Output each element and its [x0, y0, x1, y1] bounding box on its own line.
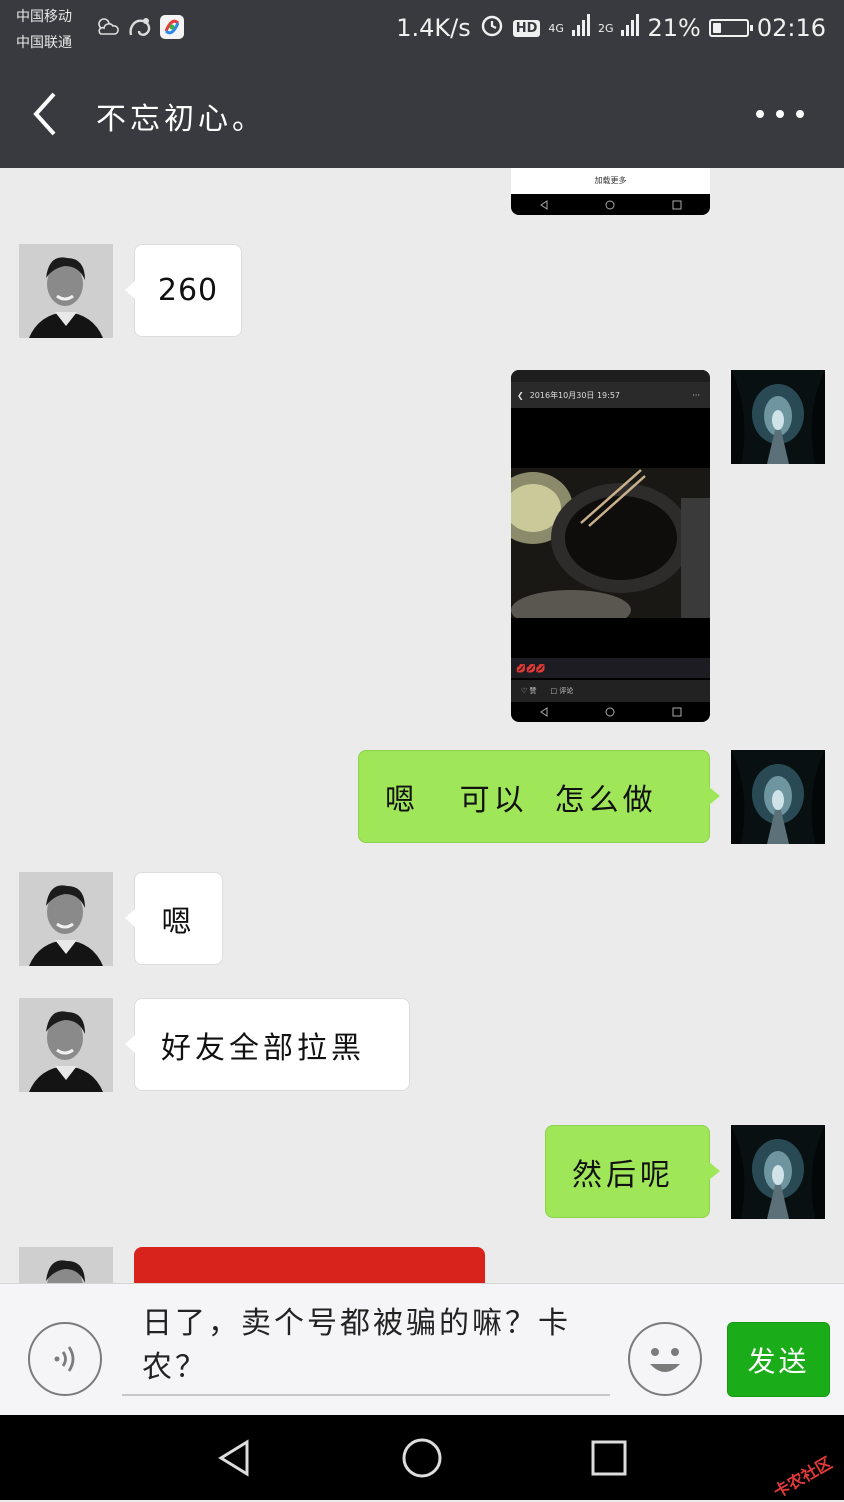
send-button[interactable]: 发送 [727, 1322, 830, 1397]
screenshot-statusbar [511, 370, 710, 382]
forest-path-photo [731, 370, 825, 464]
uc-browser-icon [127, 14, 153, 40]
chat-title: 不忘初心。 [96, 102, 266, 137]
net-4g-label: 4G [548, 21, 564, 35]
back-button[interactable] [24, 90, 68, 138]
chevron-left-icon [33, 92, 56, 136]
person-photo [19, 998, 113, 1092]
status-right-group: 1.4K/s HD 4G 2G 21% 02:16 [396, 12, 826, 44]
smiley-icon [650, 1348, 680, 1372]
triangle-back-icon [540, 199, 548, 210]
square-recent-icon [591, 1440, 627, 1476]
friend-avatar[interactable] [19, 1247, 113, 1283]
screenshot-load-more-area: 加载更多 [511, 168, 710, 194]
status-bar: 中国移动 中国联通 1.4K/s HD 4G 2G 21% 02:16 [0, 0, 844, 60]
message-bubble-sent[interactable]: 然后呢 [545, 1125, 720, 1218]
triangle-back-icon [218, 1439, 249, 1477]
more-dots-icon [756, 110, 764, 118]
weather-icon [95, 14, 121, 40]
screenshot-navbar [511, 194, 710, 215]
carrier-secondary: 中国联通 [16, 35, 72, 51]
chevron-left-icon: ❮ [517, 390, 524, 400]
my-avatar[interactable] [731, 750, 825, 844]
message-bubble-sent[interactable]: 嗯 可以 怎么做 [358, 750, 720, 843]
message-text: 然后呢 [572, 1157, 674, 1193]
nav-home-button[interactable] [397, 1435, 447, 1481]
screenshot-emoji-row: 💋💋💋 [511, 658, 710, 678]
signal-bars-icon [571, 14, 590, 42]
person-photo [19, 1247, 113, 1283]
system-nav-bar: 卡农社区 [0, 1415, 844, 1502]
carrier-primary: 中国移动 [16, 9, 72, 25]
message-text: 260 [157, 273, 219, 308]
nav-recent-button[interactable] [584, 1435, 634, 1481]
person-photo [19, 872, 113, 966]
like-label: 赞 [529, 687, 537, 695]
triangle-back-icon [540, 707, 548, 717]
square-recent-icon [672, 707, 682, 717]
friend-avatar[interactable] [19, 872, 113, 966]
nav-back-button[interactable] [210, 1435, 260, 1481]
comment-icon: □ 评论 [550, 687, 574, 695]
red-packet-message[interactable] [134, 1247, 485, 1283]
square-recent-icon [672, 200, 682, 209]
emoji-button[interactable] [628, 1322, 702, 1396]
forest-path-photo [731, 1125, 825, 1219]
my-avatar[interactable] [731, 1125, 825, 1219]
friend-avatar[interactable] [19, 244, 113, 338]
input-bar: 日了，卖个号都被骗的嘛？卡农？ 发送 [0, 1283, 844, 1415]
net-speed: 1.4K/s [396, 14, 471, 42]
person-photo [19, 244, 113, 338]
message-text: 嗯 [161, 904, 196, 940]
more-dots-icon: ··· [692, 390, 700, 400]
screenshot-date: 2016年10月30日 19:57 [529, 390, 621, 400]
clock: 02:16 [756, 14, 826, 42]
message-list[interactable]: 加载更多 260 ❮ 2016年10月30日 19:57 ··· 💋💋💋 ♡ 赞… [0, 168, 844, 1283]
hd-badge: HD [512, 19, 541, 37]
app-store-icon [159, 14, 185, 40]
my-avatar[interactable] [731, 370, 825, 464]
battery-percent: 21% [647, 14, 701, 42]
voice-button[interactable] [28, 1322, 102, 1396]
more-button[interactable] [756, 100, 804, 128]
screenshot-action-row: ♡ 赞 □ 评论 [511, 680, 710, 702]
circle-home-icon [605, 200, 615, 209]
message-image[interactable]: 加载更多 [511, 168, 710, 215]
signal-bars-icon-2 [621, 14, 640, 42]
circle-home-icon [402, 1438, 442, 1478]
message-text: 好友全部拉黑 [161, 1030, 365, 1066]
forest-path-photo [731, 750, 825, 844]
load-more-text: 加载更多 [594, 176, 627, 185]
chat-header: 不忘初心。 [0, 60, 844, 168]
heart-icon: ♡ 赞 [521, 687, 537, 695]
signal-4g: 4G [548, 23, 564, 34]
notification-icons [95, 14, 185, 40]
alarm-icon [479, 12, 505, 44]
screenshot-navbar [511, 702, 710, 722]
voice-wave-icon [54, 1346, 75, 1372]
message-bubble-received[interactable]: 好友全部拉黑 [125, 998, 410, 1091]
food-photo [511, 468, 710, 618]
comment-label: 评论 [559, 687, 574, 695]
battery-icon [708, 19, 753, 37]
net-2g-label: 2G [597, 21, 614, 35]
screenshot-header: ❮ 2016年10月30日 19:57 ··· [511, 382, 710, 408]
message-image[interactable]: ❮ 2016年10月30日 19:57 ··· 💋💋💋 ♡ 赞 □ 评论 [511, 370, 710, 722]
message-bubble-received[interactable]: 嗯 [125, 872, 223, 965]
input-underline [122, 1394, 610, 1396]
watermark-logo: 卡农社区 [770, 1453, 836, 1502]
circle-home-icon [605, 707, 615, 717]
friend-avatar[interactable] [19, 998, 113, 1092]
message-input[interactable]: 日了，卖个号都被骗的嘛？卡农？ [142, 1302, 612, 1390]
message-bubble-received[interactable]: 260 [125, 244, 242, 337]
message-text: 嗯 可以 怎么做 [385, 782, 657, 818]
signal-2g: 2G [598, 23, 614, 34]
